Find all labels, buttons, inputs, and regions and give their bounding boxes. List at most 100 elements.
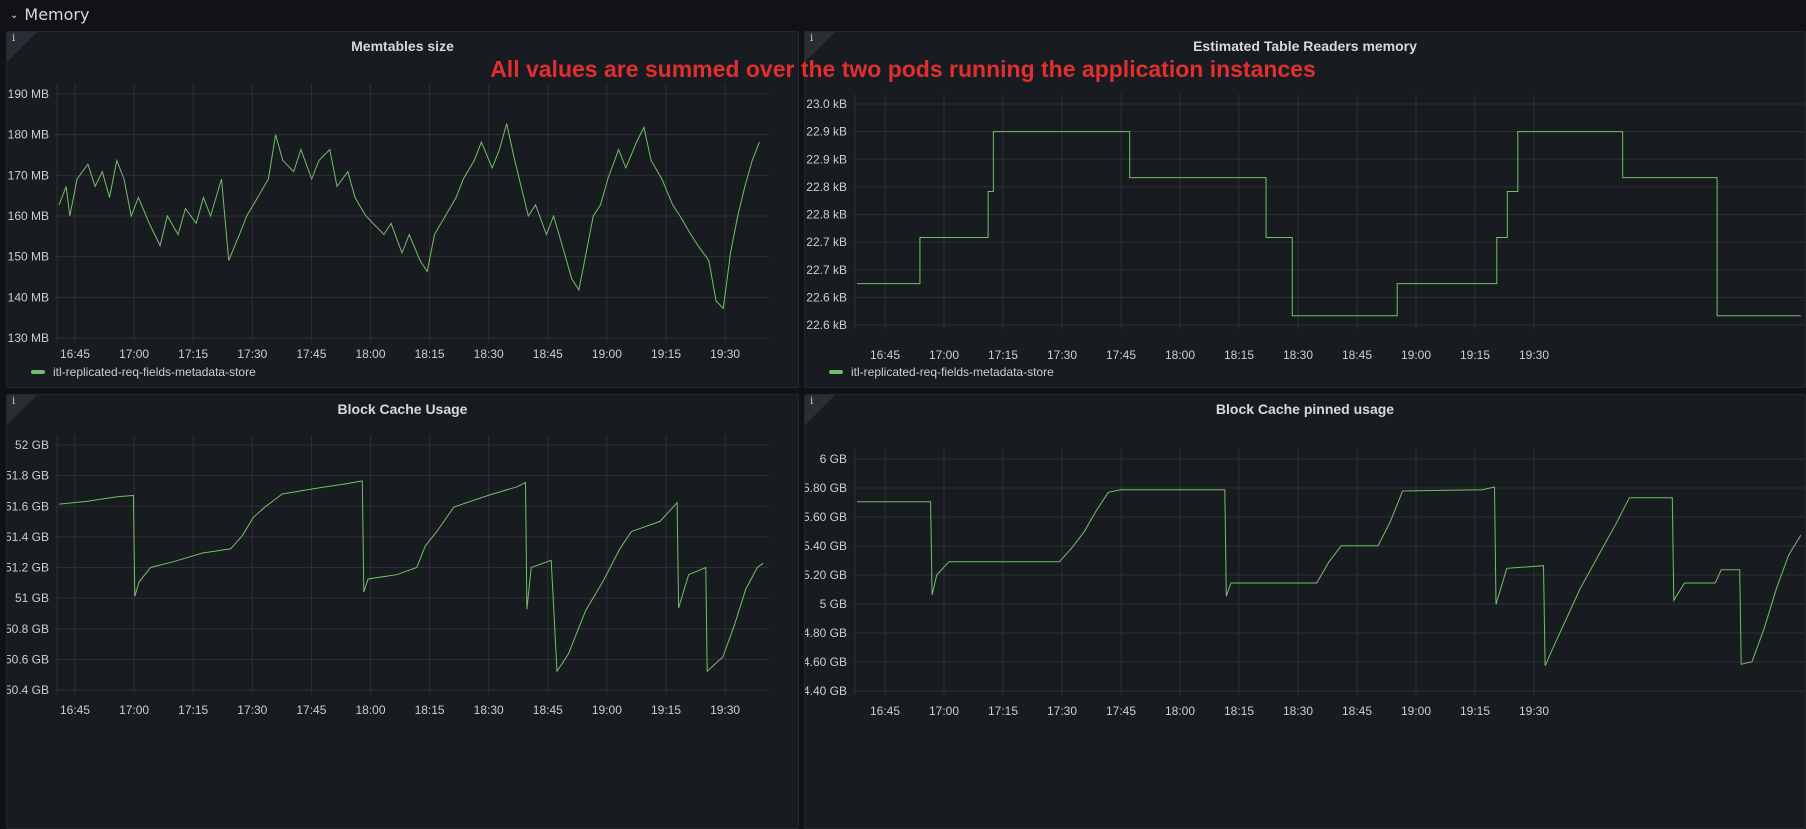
x-tick-label: 17:00	[929, 348, 959, 362]
x-tick-label: 17:15	[178, 347, 208, 361]
x-tick-label: 16:45	[870, 348, 900, 362]
x-tick-label: 17:45	[296, 703, 326, 717]
chart-area[interactable]: 50.4 GB 50.6 GB 50.8 GB 51 GB 51.2 GB 51.4 GB…	[7, 395, 799, 829]
y-tick-label: 51 GB	[15, 591, 49, 605]
y-tick-label: 22.6 kB	[806, 318, 847, 332]
y-tick-label: 22.9 kB	[806, 125, 847, 139]
y-tick-label: 52 GB	[15, 438, 49, 452]
x-tick-label: 19:15	[651, 703, 681, 717]
x-tick-label: 16:45	[60, 347, 90, 361]
y-tick-label: 22.9 kB	[806, 152, 847, 166]
legend-label: itl-replicated-req-fields-metadata-store	[53, 365, 256, 379]
x-tick-label: 18:30	[474, 347, 504, 361]
x-tick-label: 19:15	[651, 347, 681, 361]
y-tick-label: 51.8 GB	[7, 469, 49, 483]
chevron-down-icon[interactable]: ⌄	[10, 10, 18, 21]
y-tick-label: 130 MB	[8, 331, 49, 345]
x-tick-label: 18:00	[355, 347, 385, 361]
x-tick-label: 18:30	[1283, 348, 1313, 362]
y-tick-label: 140 MB	[8, 290, 49, 304]
x-tick-label: 19:15	[1460, 348, 1490, 362]
y-tick-label: 22.8 kB	[806, 180, 847, 194]
x-tick-label: 17:00	[929, 704, 959, 718]
y-tick-label: 150 MB	[8, 250, 49, 264]
x-tick-label: 17:00	[119, 347, 149, 361]
y-tick-label: 22.8 kB	[806, 208, 847, 222]
x-tick-label: 18:30	[1283, 704, 1313, 718]
legend[interactable]: itl-replicated-req-fields-metadata-store	[829, 365, 1054, 379]
x-tick-label: 17:45	[1106, 704, 1136, 718]
x-tick-label: 18:15	[415, 347, 445, 361]
y-tick-label: 50.4 GB	[7, 683, 49, 697]
y-tick-label: 4.80 GB	[805, 626, 847, 640]
y-tick-label: 51.6 GB	[7, 499, 49, 513]
y-tick-label: 6 GB	[820, 452, 847, 466]
y-tick-label: 4.60 GB	[805, 655, 847, 669]
y-tick-label: 4.40 GB	[805, 684, 847, 698]
y-tick-label: 5.20 GB	[805, 568, 847, 582]
panel-estimated-table-readers-memory: i Estimated Table Readers memory 22.6 kB…	[804, 31, 1806, 388]
x-tick-label: 17:45	[296, 347, 326, 361]
series-line[interactable]	[58, 480, 764, 673]
y-tick-label: 51.4 GB	[7, 530, 49, 544]
x-tick-label: 16:45	[60, 703, 90, 717]
x-tick-label: 17:30	[237, 347, 267, 361]
chart-area[interactable]: 4.40 GB 4.60 GB 4.80 GB 5 GB 5.20 GB 5.40 GB 5…	[805, 395, 1806, 829]
dashboard-page: ⌄ Memory i Memtables size 130 MB 140 MB 15…	[0, 0, 1806, 829]
x-tick-label: 19:00	[592, 703, 622, 717]
x-tick-label: 18:15	[415, 703, 445, 717]
panel-block-cache-pinned-usage: i Block Cache pinned usage 4.40 GB 4.60 G…	[804, 394, 1806, 829]
x-tick-label: 16:45	[870, 704, 900, 718]
x-tick-label: 19:30	[710, 703, 740, 717]
chart-area[interactable]: 130 MB 140 MB 150 MB 160 MB 170 MB 180 MB 190 …	[7, 32, 799, 388]
x-tick-label: 19:00	[592, 347, 622, 361]
section-title: Memory	[24, 4, 90, 24]
y-tick-label: 170 MB	[8, 168, 49, 182]
x-tick-label: 18:45	[1342, 704, 1372, 718]
x-tick-label: 19:30	[1519, 348, 1549, 362]
legend[interactable]: itl-replicated-req-fields-metadata-store	[31, 365, 256, 379]
x-tick-label: 17:00	[119, 703, 149, 717]
x-tick-label: 18:00	[1165, 348, 1195, 362]
y-tick-label: 5.60 GB	[805, 510, 847, 524]
x-tick-label: 19:00	[1401, 704, 1431, 718]
y-tick-label: 180 MB	[8, 128, 49, 142]
x-tick-label: 18:30	[474, 703, 504, 717]
x-tick-label: 17:15	[988, 348, 1018, 362]
x-tick-label: 17:15	[988, 704, 1018, 718]
y-tick-label: 22.6 kB	[806, 290, 847, 304]
panel-block-cache-usage: i Block Cache Usage 50.4 GB 50.6 GB 50.8 G…	[6, 394, 799, 829]
y-tick-label: 22.7 kB	[806, 235, 847, 249]
y-tick-label: 5 GB	[820, 597, 847, 611]
series-line[interactable]	[857, 486, 1802, 666]
x-tick-label: 17:30	[1047, 704, 1077, 718]
x-tick-label: 18:15	[1224, 704, 1254, 718]
y-tick-label: 23.0 kB	[806, 97, 847, 111]
x-tick-label: 18:45	[533, 703, 563, 717]
legend-swatch	[829, 370, 843, 374]
x-tick-label: 19:00	[1401, 348, 1431, 362]
y-tick-label: 50.8 GB	[7, 622, 49, 636]
x-tick-label: 17:45	[1106, 348, 1136, 362]
x-tick-label: 18:00	[1165, 704, 1195, 718]
x-tick-label: 18:15	[1224, 348, 1254, 362]
x-tick-label: 19:30	[710, 347, 740, 361]
x-tick-label: 18:00	[355, 703, 385, 717]
row-header-memory[interactable]: ⌄ Memory	[0, 0, 1806, 28]
x-tick-label: 17:15	[178, 703, 208, 717]
y-tick-label: 5.80 GB	[805, 481, 847, 495]
x-tick-label: 18:45	[533, 347, 563, 361]
legend-swatch	[31, 370, 45, 374]
y-tick-label: 50.6 GB	[7, 652, 49, 666]
y-tick-label: 22.7 kB	[806, 263, 847, 277]
y-tick-label: 160 MB	[8, 209, 49, 223]
y-tick-label: 190 MB	[8, 87, 49, 101]
panel-memtables-size: i Memtables size 130 MB 140 MB 150 MB 160 M…	[6, 31, 799, 388]
y-tick-label: 5.40 GB	[805, 539, 847, 553]
legend-label: itl-replicated-req-fields-metadata-store	[851, 365, 1054, 379]
x-tick-label: 17:30	[237, 703, 267, 717]
x-tick-label: 19:30	[1519, 704, 1549, 718]
x-tick-label: 17:30	[1047, 348, 1077, 362]
chart-area[interactable]: 22.6 kB 22.6 kB 22.7 kB 22.7 kB 22.8 kB 22.8 …	[805, 32, 1806, 388]
x-tick-label: 19:15	[1460, 704, 1490, 718]
